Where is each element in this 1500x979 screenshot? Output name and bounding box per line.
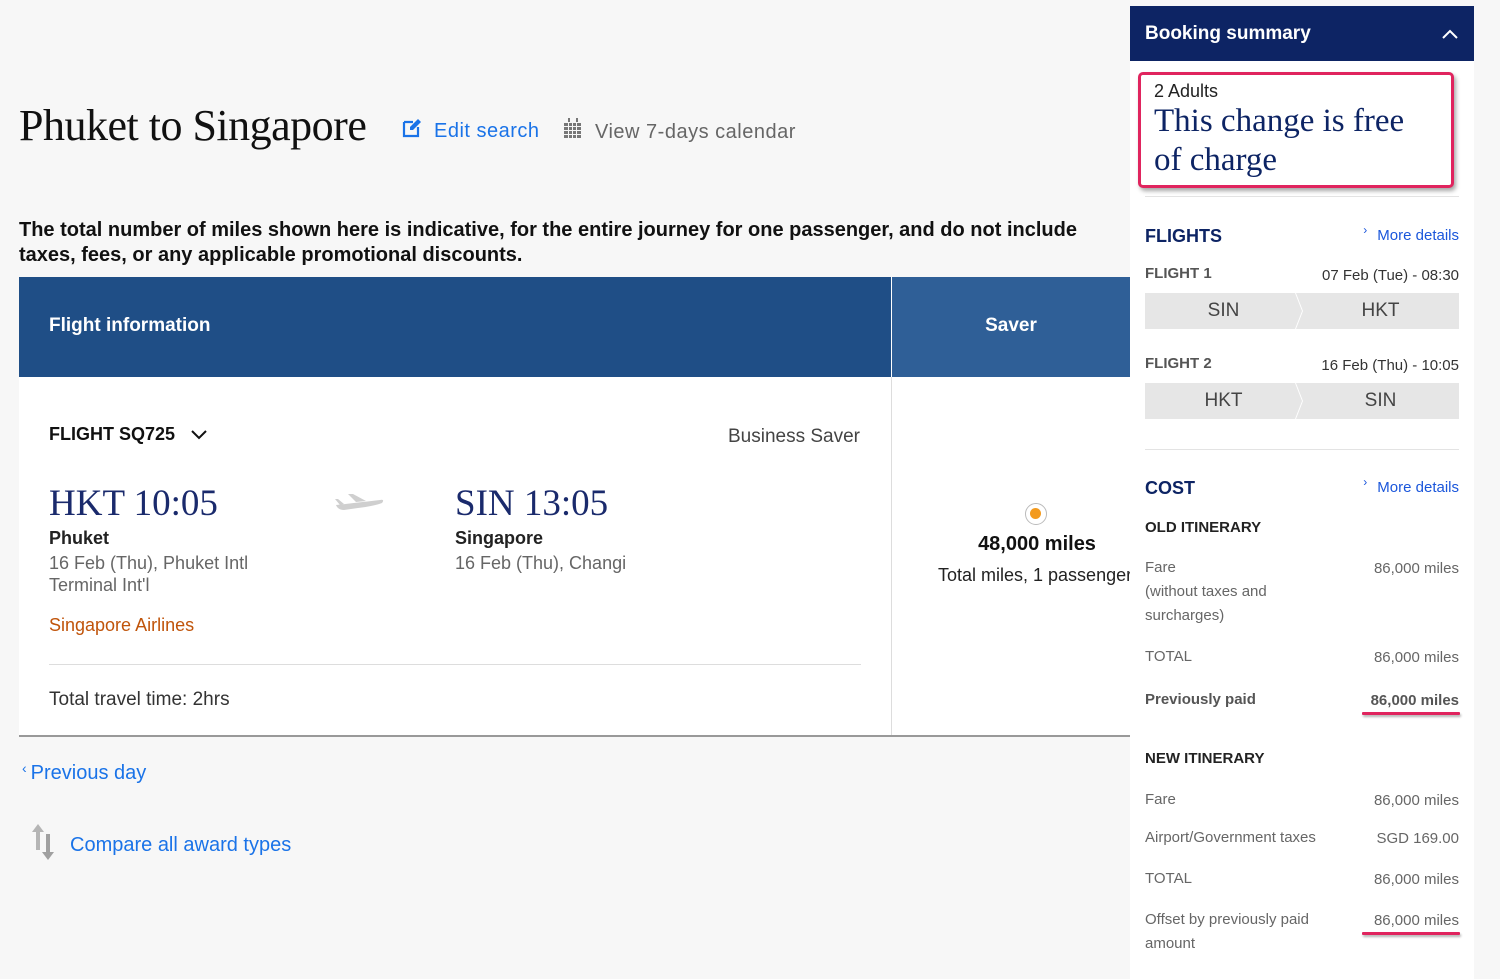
view-calendar-label: View 7-days calendar [595, 120, 796, 143]
divider [1145, 449, 1459, 450]
cost-more-details-link[interactable]: › More details [1363, 475, 1459, 496]
annotation-underline [1362, 712, 1460, 715]
offset-label-line-2: amount [1145, 935, 1196, 952]
flights-more-details-link[interactable]: › More details [1363, 223, 1459, 244]
flight-2-origin: HKT [1145, 383, 1302, 419]
passenger-count: 2 Adults [1154, 81, 1219, 101]
chevron-down-icon [191, 424, 207, 445]
flights-heading: FLIGHTS [1145, 226, 1222, 246]
column-header-flight-info: Flight information [19, 277, 891, 377]
previously-paid-value: 86,000 miles [1370, 692, 1459, 709]
miles-disclaimer: The total number of miles shown here is … [19, 219, 1077, 266]
flight-1-datetime: 07 Feb (Tue) - 08:30 [1321, 267, 1459, 284]
plane-icon [334, 492, 386, 519]
divider [1145, 196, 1459, 197]
flight-1-destination: HKT [1296, 293, 1459, 329]
new-itinerary-heading: NEW ITINERARY [1145, 750, 1265, 767]
annotation-underline [1362, 932, 1460, 935]
chevron-right-icon: › [1363, 475, 1368, 489]
departure-detail: 16 Feb (Thu), Phuket Intl Terminal Int'l [49, 552, 248, 596]
old-fare-note-2: surcharges) [1145, 607, 1225, 624]
old-total-value: 86,000 miles [1373, 649, 1459, 666]
arrival-code-time: SIN 13:05 [455, 483, 609, 524]
arrival-date-airport: 16 Feb (Thu), Changi [455, 553, 627, 573]
departure-terminal: Terminal Int'l [49, 575, 150, 595]
change-fee-notice: This change is free of charge [1154, 103, 1405, 178]
old-fare-label-text: Fare [1145, 559, 1176, 576]
old-itinerary-heading: OLD ITINERARY [1145, 519, 1262, 536]
swap-arrows-icon [30, 824, 56, 866]
flight-1-origin: SIN [1145, 293, 1302, 329]
flight-number: FLIGHT SQ725 [49, 424, 176, 444]
new-total-label: TOTAL [1145, 870, 1192, 887]
edit-search-link[interactable]: Edit search [402, 118, 540, 144]
saver-miles-note: Total miles, 1 passenger [938, 565, 1133, 585]
previous-day-link[interactable]: ‹ Previous day [22, 760, 147, 785]
departure-city: Phuket [49, 528, 110, 548]
flight-2-datetime: 16 Feb (Thu) - 10:05 [1321, 357, 1459, 374]
booking-summary-toggle[interactable]: Booking summary [1130, 6, 1474, 61]
airline-name: Singapore Airlines [49, 615, 195, 635]
departure-code-time: HKT 10:05 [49, 483, 218, 524]
flight-number-toggle[interactable]: FLIGHT SQ725 [49, 424, 207, 445]
page-title: Phuket to Singapore [19, 101, 367, 150]
saver-fare-radio[interactable] [1025, 503, 1047, 525]
chevron-left-icon: ‹ [22, 760, 27, 776]
old-total-label: TOTAL [1145, 648, 1192, 665]
divider [49, 664, 861, 665]
booking-summary-title: Booking summary [1145, 22, 1311, 44]
previously-paid-label: Previously paid [1145, 691, 1256, 708]
departure-date-airport: 16 Feb (Thu), Phuket Intl [49, 553, 249, 573]
flight-results-table: Flight information Saver FLIGHT SQ725 Bu… [19, 277, 1132, 737]
more-details-label: More details [1377, 479, 1459, 496]
edit-icon [402, 118, 422, 144]
previous-day-label: Previous day [30, 762, 147, 784]
new-fare-label: Fare [1145, 791, 1176, 808]
change-fee-highlight: 2 Adults This change is free of charge [1138, 72, 1454, 188]
column-header-saver: Saver [892, 277, 1130, 377]
flight-2-route: HKT SIN [1145, 383, 1459, 419]
taxes-value: SGD 169.00 [1376, 830, 1459, 847]
edit-search-label: Edit search [434, 119, 540, 142]
cost-heading: COST [1145, 478, 1196, 498]
total-travel-time: Total travel time: 2hrs [49, 689, 230, 710]
taxes-label: Airport/Government taxes [1145, 829, 1316, 846]
old-fare-label: Fare (without taxes and surcharges) [1145, 556, 1267, 628]
flight-2-destination: SIN [1296, 383, 1459, 419]
arrival-city: Singapore [455, 528, 544, 548]
cabin-class: Business Saver [727, 426, 860, 447]
old-fare-value: 86,000 miles [1373, 560, 1459, 577]
column-divider [891, 377, 892, 735]
old-fare-note-1: (without taxes and [1145, 583, 1267, 600]
view-calendar-link[interactable]: View 7-days calendar [563, 118, 796, 146]
flight-2-label: FLIGHT 2 [1145, 355, 1212, 372]
booking-summary-panel: Booking summary 2 Adults This change is … [1130, 6, 1474, 979]
calendar-icon [563, 118, 583, 146]
more-details-label: More details [1377, 227, 1459, 244]
chevron-right-icon: › [1363, 223, 1368, 237]
compare-award-types-link[interactable]: Compare all award types [30, 824, 291, 866]
flight-1-route: SIN HKT [1145, 293, 1459, 329]
offset-value: 86,000 miles [1373, 912, 1459, 929]
offset-label-line-1: Offset by previously paid [1145, 911, 1309, 928]
new-fare-value: 86,000 miles [1373, 792, 1459, 809]
new-total-value: 86,000 miles [1373, 871, 1459, 888]
compare-award-types-label: Compare all award types [70, 833, 292, 856]
chevron-up-icon [1442, 23, 1458, 45]
offset-label: Offset by previously paid amount [1145, 908, 1309, 956]
flight-1-label: FLIGHT 1 [1145, 265, 1212, 282]
